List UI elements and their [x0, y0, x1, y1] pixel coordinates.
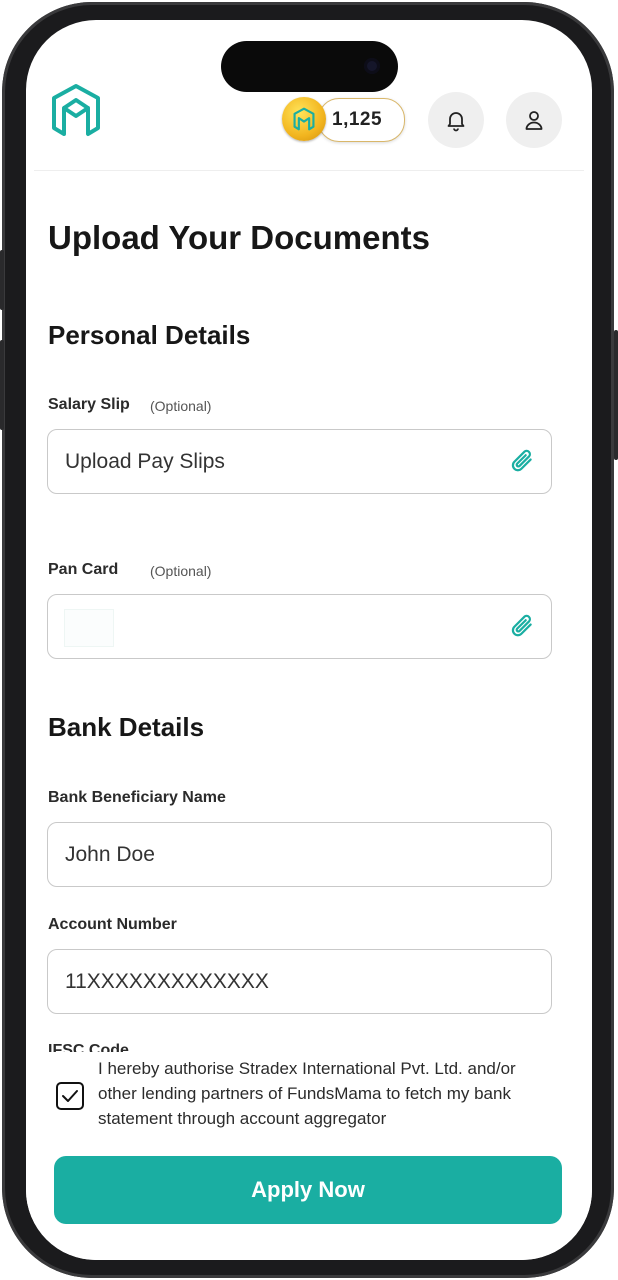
page-title: Upload Your Documents	[48, 219, 430, 256]
bank-details-heading: Bank Details	[48, 712, 205, 742]
account-number-label: Account Number	[48, 916, 177, 933]
personal-details-heading: Personal Details	[48, 320, 251, 350]
salary-slip-upload-field[interactable]: Upload Pay Slips	[47, 429, 552, 494]
account-number-value: 11XXXXXXXXXXXXX	[65, 970, 269, 993]
dynamic-island	[221, 41, 398, 92]
consent-checkbox[interactable]	[56, 1082, 84, 1110]
beneficiary-name-input[interactable]: John Doe	[47, 822, 552, 887]
consent-text: I hereby authorise Stradex International…	[98, 1059, 516, 1128]
paperclip-icon[interactable]	[507, 611, 537, 643]
pan-card-thumbnail	[64, 609, 114, 647]
pan-card-optional: (Optional)	[150, 563, 212, 579]
checkmark-icon	[62, 1090, 78, 1102]
camera-icon	[364, 58, 380, 74]
coin-icon	[282, 97, 326, 141]
phone-side-button	[0, 340, 4, 430]
salary-slip-optional: (Optional)	[150, 398, 212, 414]
beneficiary-name-value: John Doe	[65, 843, 155, 866]
notification-button[interactable]	[428, 92, 484, 148]
user-icon	[525, 111, 543, 130]
bell-icon	[447, 112, 465, 132]
pan-card-upload-field[interactable]	[47, 594, 552, 659]
account-number-input[interactable]: 11XXXXXXXXXXXXX	[47, 949, 552, 1014]
ifsc-code-label: IFSC Code	[48, 1042, 129, 1052]
paperclip-icon[interactable]	[507, 446, 537, 478]
salary-slip-label: Salary Slip	[48, 396, 130, 413]
phone-side-button	[614, 330, 618, 460]
apply-now-button[interactable]: Apply Now	[54, 1156, 562, 1224]
coin-count: 1,125	[332, 109, 383, 130]
phone-side-button	[0, 250, 4, 310]
salary-slip-placeholder: Upload Pay Slips	[65, 450, 225, 473]
profile-button[interactable]	[506, 92, 562, 148]
app-screen: 1,125 Upload Your Documents Personal Det…	[26, 20, 592, 1260]
pan-card-label: Pan Card	[48, 561, 119, 578]
logo-icon[interactable]	[48, 82, 104, 138]
beneficiary-name-label: Bank Beneficiary Name	[48, 789, 226, 806]
header-divider	[34, 170, 584, 171]
